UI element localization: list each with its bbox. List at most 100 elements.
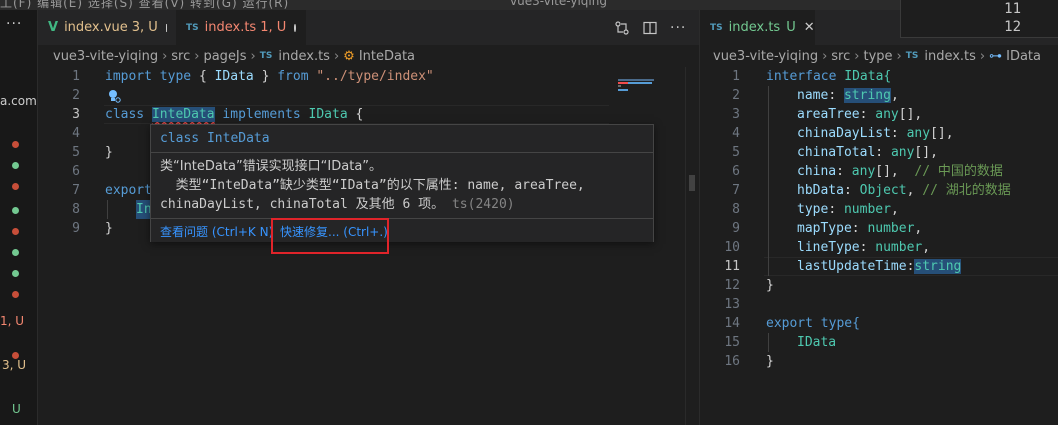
- code-line-14[interactable]: export type{: [766, 314, 860, 333]
- line-number: 13: [724, 297, 740, 312]
- problems-badge: 3, U: [2, 358, 27, 372]
- menu-bar-fragment[interactable]: 工(F) 编辑(E) 选择(S) 查看(V) 转到(G) 运行(R): [0, 0, 289, 10]
- editor-actions: ···: [614, 10, 686, 45]
- line-number: 11: [724, 259, 740, 274]
- tab-bar: V index.vue 3, U TS index.ts 1, U ···: [38, 10, 699, 45]
- hover-divider: [151, 152, 653, 153]
- line-number: 12: [1004, 19, 1021, 35]
- line-number: 1: [72, 69, 80, 84]
- breadcrumb-item[interactable]: vue3-vite-yiqing: [53, 49, 158, 64]
- breadcrumb-item[interactable]: vue3-vite-yiqing: [713, 49, 818, 64]
- typescript-file-icon: TS: [905, 51, 919, 61]
- typescript-file-icon: TS: [710, 22, 723, 33]
- tab-label: index.ts: [728, 20, 781, 35]
- git-untracked-dot: [12, 162, 19, 169]
- line-number: 5: [72, 145, 80, 160]
- line-number: 6: [732, 164, 740, 179]
- code-line-16[interactable]: }: [766, 352, 774, 371]
- error-code: ts(2420): [451, 197, 515, 212]
- code-line-1[interactable]: interface IData{: [766, 67, 891, 86]
- indent-guide: [107, 200, 108, 219]
- git-untracked-dot: [12, 207, 19, 214]
- vertical-scrollbar[interactable]: [685, 67, 699, 425]
- line-number: 9: [732, 221, 740, 236]
- annotation-highlight-box: [271, 218, 389, 254]
- code-line-7[interactable]: hbData: Object, // 湖北的数据: [797, 181, 1011, 200]
- line-number: 2: [732, 88, 740, 103]
- hover-tooltip: class InteData 类“InteData”错误实现接口“IData”。…: [150, 124, 654, 242]
- line-number: 9: [72, 221, 80, 236]
- code-line-8[interactable]: type: number,: [797, 200, 899, 219]
- compare-changes-icon[interactable]: [614, 20, 630, 36]
- close-icon[interactable]: ✕: [804, 20, 815, 35]
- floating-editor-fragment: 11 12: [900, 0, 1058, 38]
- line-number: 6: [72, 164, 80, 179]
- line-number: 3: [732, 107, 740, 122]
- git-modified-dot: [12, 183, 19, 190]
- url-fragment: a.com: [0, 94, 37, 108]
- code-line-12[interactable]: }: [766, 276, 774, 295]
- line-number: 5: [732, 145, 740, 160]
- code-line-5[interactable]: }: [105, 143, 113, 162]
- code-line-3[interactable]: areaTree: any[],: [797, 105, 922, 124]
- tab-label: index.vue: [64, 20, 128, 35]
- code-line-3[interactable]: class InteData implements IData {: [105, 105, 363, 124]
- scrollbar-thumb[interactable]: [689, 175, 695, 191]
- line-number: 8: [732, 202, 740, 217]
- breadcrumb-item[interactable]: src: [171, 49, 190, 64]
- error-message-line: chinaDayList, chinaTotal 及其他 6 项。 ts(242…: [160, 197, 515, 212]
- line-number: 1: [732, 69, 740, 84]
- line-number: 14: [724, 316, 740, 331]
- problems-badge: 1, U: [0, 314, 25, 328]
- line-number: 11: [1004, 1, 1021, 17]
- lightbulb-quick-fix-icon[interactable]: [106, 88, 122, 104]
- code-line-7[interactable]: export: [105, 181, 152, 200]
- explorer-sidebar-fragment: ··· a.com 1, U 3, U U: [0, 10, 38, 425]
- more-actions-icon[interactable]: ···: [670, 20, 686, 36]
- code-line-11[interactable]: lastUpdateTime:string: [797, 257, 962, 276]
- interface-symbol-icon: ⊶: [989, 48, 1003, 64]
- code-line-15[interactable]: IData: [797, 333, 836, 352]
- code-line-10[interactable]: lineType: number,: [797, 238, 930, 257]
- breadcrumb: vue3-vite-yiqing › src › type › TS index.ts…: [713, 48, 1041, 64]
- breadcrumb-item[interactable]: index.ts: [278, 49, 330, 64]
- tab-index-ts[interactable]: TS index.ts 1, U: [176, 10, 306, 45]
- code-line-9[interactable]: mapType: number,: [797, 219, 922, 238]
- breadcrumb: vue3-vite-yiqing › src › pageJs › TS index.…: [53, 48, 416, 64]
- tab-type-index-ts[interactable]: TS index.ts U ✕: [700, 10, 815, 45]
- tab-index-vue[interactable]: V index.vue 3, U: [38, 10, 176, 45]
- tab-status: 1, U: [260, 20, 287, 35]
- tab-status: 3, U: [131, 20, 158, 35]
- untracked-badge: U: [12, 402, 21, 416]
- line-number: 16: [724, 354, 740, 369]
- view-problem-link[interactable]: 查看问题 (Ctrl+K N): [160, 223, 273, 240]
- more-actions-icon[interactable]: ···: [6, 16, 22, 32]
- git-modified-dot: [12, 228, 19, 235]
- breadcrumb-item[interactable]: type: [863, 49, 892, 64]
- minimap[interactable]: [614, 67, 684, 107]
- breadcrumb-item[interactable]: index.ts: [924, 49, 976, 64]
- git-modified-dot: [12, 291, 19, 298]
- hover-actions: 查看问题 (Ctrl+K N) 快速修复... (Ctrl+.): [151, 219, 653, 242]
- line-number: 12: [724, 278, 740, 293]
- code-line-4[interactable]: chinaDayList: any[],: [797, 124, 954, 143]
- unsaved-dot-icon[interactable]: [294, 23, 296, 32]
- code-line-1[interactable]: import type { IData } from "../type/inde…: [105, 67, 434, 86]
- breadcrumb-item[interactable]: src: [831, 49, 850, 64]
- code-line-6[interactable]: china: any[], // 中国的数据: [797, 162, 1003, 181]
- code-line-9[interactable]: }: [105, 219, 113, 238]
- line-number: 3: [72, 107, 80, 122]
- breadcrumb-item[interactable]: IData: [1006, 49, 1041, 64]
- code-line-5[interactable]: chinaTotal: any[],: [797, 143, 938, 162]
- split-editor-icon[interactable]: [642, 20, 658, 36]
- breadcrumb-item[interactable]: InteData: [359, 49, 415, 64]
- git-untracked-dot: [12, 249, 19, 256]
- line-number: 15: [724, 335, 740, 350]
- code-line-2[interactable]: name: string,: [797, 86, 899, 105]
- typescript-file-icon: TS: [259, 51, 273, 61]
- typescript-file-icon: TS: [186, 22, 199, 33]
- line-number: 4: [72, 126, 80, 141]
- indent-guide: [768, 333, 769, 352]
- line-number: 8: [72, 202, 80, 217]
- breadcrumb-item[interactable]: pageJs: [203, 49, 246, 64]
